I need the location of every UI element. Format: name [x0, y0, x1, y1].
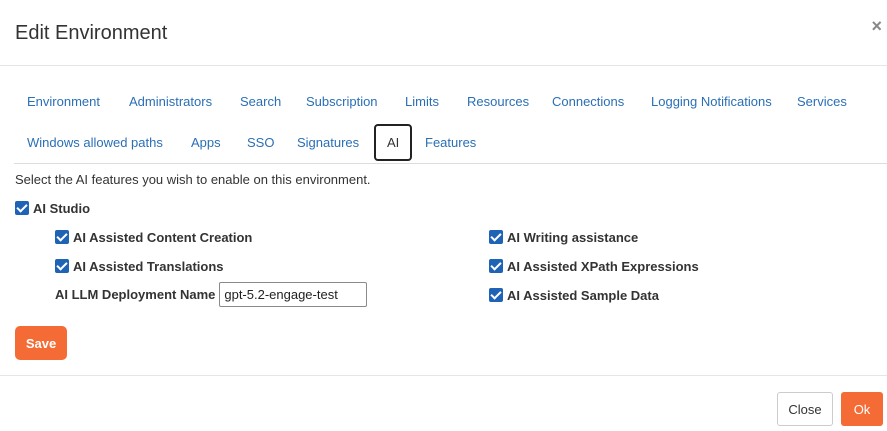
- ai-content-creation-label: AI Assisted Content Creation: [73, 229, 253, 245]
- dialog-header: Edit Environment ×: [0, 0, 887, 66]
- tab-bar: Environment Administrators Search Subscr…: [14, 83, 887, 164]
- tab-limits[interactable]: Limits: [392, 83, 452, 120]
- tab-services[interactable]: Services: [784, 83, 860, 120]
- tab-search[interactable]: Search: [227, 83, 294, 120]
- dialog-footer: Close Ok: [0, 375, 887, 431]
- ai-studio-checkbox[interactable]: [15, 201, 29, 215]
- tab-environment[interactable]: Environment: [14, 83, 113, 120]
- tab-signatures[interactable]: Signatures: [284, 124, 372, 161]
- tab-apps[interactable]: Apps: [178, 124, 234, 161]
- tab-logging-notifications[interactable]: Logging Notifications: [638, 83, 785, 120]
- ai-sample-data-option: AI Assisted Sample Data: [489, 286, 659, 304]
- ai-content-creation-option: AI Assisted Content Creation: [55, 228, 252, 246]
- ok-button[interactable]: Ok: [841, 392, 883, 426]
- tab-resources[interactable]: Resources: [454, 83, 542, 120]
- ai-sample-data-checkbox[interactable]: [489, 288, 503, 302]
- llm-deployment-input[interactable]: [219, 282, 368, 307]
- tab-administrators[interactable]: Administrators: [116, 83, 225, 120]
- ai-writing-assistance-option: AI Writing assistance: [489, 228, 638, 246]
- save-button[interactable]: Save: [15, 326, 67, 360]
- ai-writing-assistance-label: AI Writing assistance: [507, 229, 639, 245]
- ai-studio-option: AI Studio: [15, 199, 90, 217]
- llm-deployment-label: AI LLM Deployment Name: [55, 287, 216, 302]
- close-icon[interactable]: ×: [871, 17, 882, 35]
- close-button[interactable]: Close: [777, 392, 833, 426]
- tab-connections[interactable]: Connections: [539, 83, 637, 120]
- ai-xpath-label: AI Assisted XPath Expressions: [507, 258, 699, 274]
- ai-translations-checkbox[interactable]: [55, 259, 69, 273]
- ai-translations-label: AI Assisted Translations: [73, 258, 224, 274]
- ai-studio-label: AI Studio: [33, 200, 91, 216]
- llm-deployment-row: AI LLM Deployment Name: [55, 282, 368, 307]
- tab-features[interactable]: Features: [412, 124, 489, 161]
- tab-subscription[interactable]: Subscription: [293, 83, 391, 120]
- ai-content-creation-checkbox[interactable]: [55, 230, 69, 244]
- ai-description: Select the AI features you wish to enabl…: [15, 172, 371, 187]
- dialog-title: Edit Environment: [15, 22, 168, 44]
- ai-xpath-option: AI Assisted XPath Expressions: [489, 257, 699, 275]
- ai-xpath-checkbox[interactable]: [489, 259, 503, 273]
- edit-environment-dialog: Edit Environment × Environment Administr…: [0, 0, 887, 431]
- tab-windows-allowed-paths[interactable]: Windows allowed paths: [14, 124, 176, 161]
- tab-sso[interactable]: SSO: [234, 124, 287, 161]
- tab-ai[interactable]: AI: [374, 124, 413, 161]
- ai-sample-data-label: AI Assisted Sample Data: [507, 287, 659, 303]
- ai-writing-assistance-checkbox[interactable]: [489, 230, 503, 244]
- ai-translations-option: AI Assisted Translations: [55, 257, 224, 275]
